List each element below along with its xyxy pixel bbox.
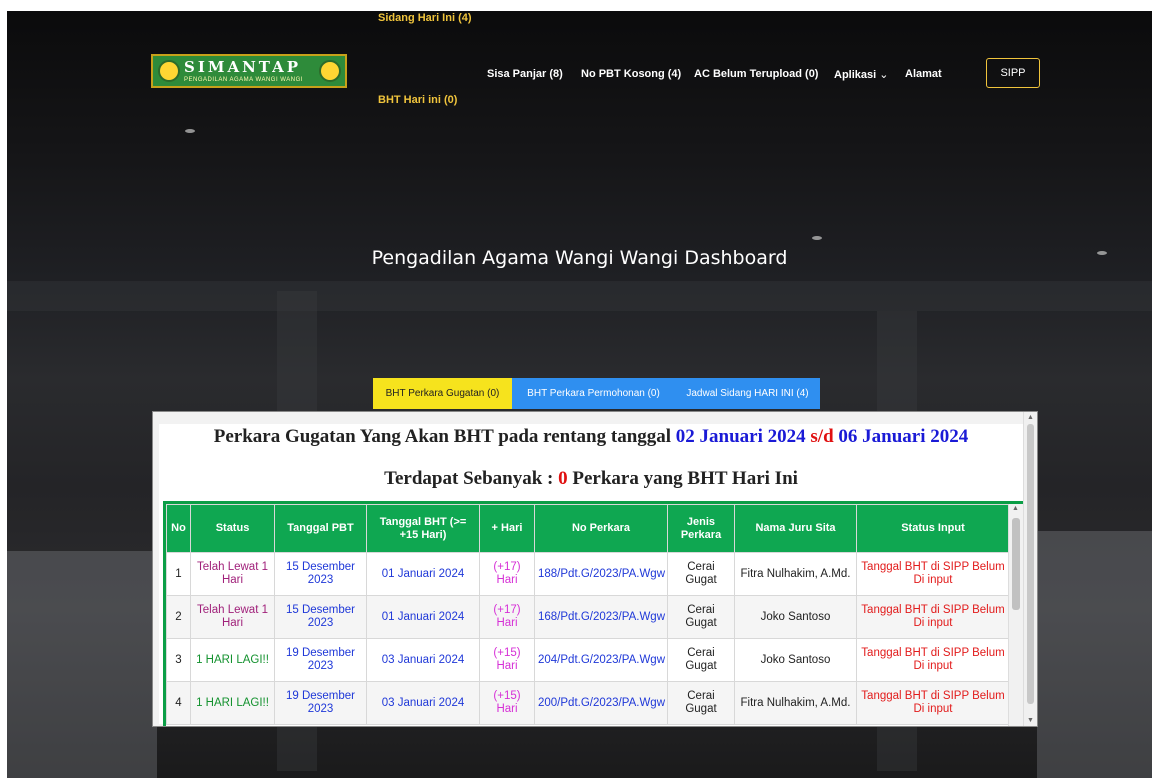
nav-bht-hari-ini[interactable]: BHT Hari ini (0): [378, 94, 457, 106]
date-from: 02 Januari 2024: [675, 426, 806, 447]
table-row: 1 Telah Lewat 1 Hari 15 Desember 2023 01…: [166, 552, 1010, 596]
cell-status: 1 HARI LAGI!!: [190, 638, 275, 682]
nav-sidang-hari-ini[interactable]: Sidang Hari Ini (4): [378, 12, 472, 24]
count-suffix: Perkara yang BHT Hari Ini: [567, 468, 798, 489]
cell-status-input: Tanggal BHT di SIPP Belum Di input: [856, 552, 1010, 596]
logo-subtitle: PENGADILAN AGAMA WANGI WANGI: [184, 76, 303, 83]
cell-tanggal-pbt: 15 Desember 2023: [274, 552, 367, 596]
nav-alamat[interactable]: Alamat: [905, 68, 942, 80]
tab-jadwal-sidang[interactable]: Jadwal Sidang HARI INI (4): [675, 378, 820, 409]
cell-no-perkara: 204/Pdt.G/2023/PA.Wgw: [534, 638, 668, 682]
col-status-input: Status Input: [856, 504, 1010, 553]
cell-tanggal-bht: 01 Januari 2024: [366, 552, 480, 596]
cell-jenis-perkara: Cerai Gugat: [667, 595, 735, 639]
cell-no: 1: [166, 552, 191, 596]
city-window-right: [1037, 531, 1152, 778]
ceiling-beam: [7, 281, 1152, 311]
col-no: No: [166, 504, 191, 553]
cell-juru-sita: Joko Santoso: [734, 595, 857, 639]
table-row: 2 Telah Lewat 1 Hari 15 Desember 2023 01…: [166, 595, 1010, 639]
city-window-left: [7, 551, 157, 778]
cell-tanggal-pbt: 19 Desember 2023: [274, 681, 367, 725]
cell-jenis-perkara: Cerai Gugat: [667, 681, 735, 725]
cell-plus-hari: (+17) Hari: [479, 595, 535, 639]
cell-status: Telah Lewat 1 Hari: [190, 595, 275, 639]
cell-tanggal-bht: 03 Januari 2024: [366, 638, 480, 682]
col-juru-sita: Nama Juru Sita: [734, 504, 857, 553]
scroll-up-icon[interactable]: ▲: [1012, 505, 1019, 512]
table-scrollbar[interactable]: ▲: [1008, 504, 1023, 726]
ceiling-light: [185, 129, 195, 133]
sipp-button[interactable]: SIPP: [986, 58, 1040, 88]
logo-title: SIMANTAP: [184, 57, 302, 76]
panel-scrollbar[interactable]: ▲ ▼: [1023, 412, 1037, 726]
bht-content: Perkara Gugatan Yang Akan BHT pada renta…: [159, 424, 1026, 726]
ceiling-light: [812, 236, 822, 240]
cell-status: 1 HARI LAGI!!: [190, 681, 275, 725]
page-title: Pengadilan Agama Wangi Wangi Dashboard: [371, 247, 788, 269]
cell-no: 4: [166, 681, 191, 725]
nav-ac-belum-terupload[interactable]: AC Belum Terupload (0): [694, 68, 818, 80]
cell-jenis-perkara: Cerai Gugat: [667, 552, 735, 596]
bht-table-container[interactable]: No Status Tanggal PBT Tanggal BHT (>= +1…: [163, 501, 1026, 726]
col-tanggal-bht: Tanggal BHT (>= +15 Hari): [366, 504, 480, 553]
chevron-down-icon: ⌄: [879, 69, 889, 81]
cell-jenis-perkara: Cerai Gugat: [667, 638, 735, 682]
col-plus-hari: + Hari: [479, 504, 535, 553]
cell-tanggal-pbt: 19 Desember 2023: [274, 638, 367, 682]
cell-status-input: Tanggal BHT di SIPP Belum Di input: [856, 681, 1010, 725]
cell-status: Telah Lewat 1 Hari: [190, 552, 275, 596]
tab-bht-perkara-gugatan[interactable]: BHT Perkara Gugatan (0): [373, 378, 512, 409]
table-row: 4 1 HARI LAGI!! 19 Desember 2023 03 Janu…: [166, 681, 1010, 725]
col-status: Status: [190, 504, 275, 553]
nav-aplikasi-dropdown[interactable]: Aplikasi ⌄: [834, 68, 888, 81]
bht-table: No Status Tanggal PBT Tanggal BHT (>= +1…: [166, 504, 1010, 725]
panel-scroll-thumb[interactable]: [1027, 424, 1034, 704]
cell-no-perkara: 188/Pdt.G/2023/PA.Wgw: [534, 552, 668, 596]
cell-tanggal-bht: 01 Januari 2024: [366, 595, 480, 639]
range-heading: Perkara Gugatan Yang Akan BHT pada renta…: [159, 426, 1023, 448]
cell-juru-sita: Fitra Nulhakim, A.Md.: [734, 552, 857, 596]
count-prefix: Terdapat Sebanyak :: [384, 468, 559, 489]
cell-no: 2: [166, 595, 191, 639]
date-to: 06 Januari 2024: [838, 426, 969, 447]
cell-no: 3: [166, 638, 191, 682]
cell-no-perkara: 168/Pdt.G/2023/PA.Wgw: [534, 595, 668, 639]
simantap-logo[interactable]: SIMANTAP PENGADILAN AGAMA WANGI WANGI: [151, 54, 347, 88]
cell-juru-sita: Fitra Nulhakim, A.Md.: [734, 681, 857, 725]
nav-no-pbt-kosong[interactable]: No PBT Kosong (4): [581, 68, 681, 80]
table-scroll-thumb[interactable]: [1012, 518, 1020, 610]
bht-panel: Perkara Gugatan Yang Akan BHT pada renta…: [152, 411, 1038, 727]
tab-bht-perkara-permohonan[interactable]: BHT Perkara Permohonan (0): [512, 378, 675, 409]
nav-aplikasi-label: Aplikasi: [834, 69, 877, 81]
nav-sisa-panjar[interactable]: Sisa Panjar (8): [487, 68, 563, 80]
court-emblem-icon: [319, 60, 341, 82]
cell-tanggal-pbt: 15 Desember 2023: [274, 595, 367, 639]
count-value: 0: [558, 468, 568, 489]
cell-tanggal-bht: 03 Januari 2024: [366, 681, 480, 725]
cell-no-perkara: 200/Pdt.G/2023/PA.Wgw: [534, 681, 668, 725]
court-emblem-icon: [158, 60, 180, 82]
col-jenis-perkara: Jenis Perkara: [667, 504, 735, 553]
cell-status-input: Tanggal BHT di SIPP Belum Di input: [856, 595, 1010, 639]
cell-juru-sita: Joko Santoso: [734, 638, 857, 682]
scroll-down-icon[interactable]: ▼: [1027, 717, 1034, 724]
table-row: 3 1 HARI LAGI!! 19 Desember 2023 03 Janu…: [166, 638, 1010, 682]
cell-plus-hari: (+15) Hari: [479, 638, 535, 682]
cell-status-input: Tanggal BHT di SIPP Belum Di input: [856, 638, 1010, 682]
sd-separator: s/d: [805, 426, 839, 447]
table-header-row: No Status Tanggal PBT Tanggal BHT (>= +1…: [166, 504, 1010, 553]
col-tanggal-pbt: Tanggal PBT: [274, 504, 367, 553]
cell-plus-hari: (+17) Hari: [479, 552, 535, 596]
col-no-perkara: No Perkara: [534, 504, 668, 553]
cell-plus-hari: (+15) Hari: [479, 681, 535, 725]
scroll-up-icon[interactable]: ▲: [1027, 414, 1034, 421]
count-heading: Terdapat Sebanyak : 0 Perkara yang BHT H…: [159, 468, 1023, 490]
range-heading-text: Perkara Gugatan Yang Akan BHT pada renta…: [213, 426, 676, 447]
